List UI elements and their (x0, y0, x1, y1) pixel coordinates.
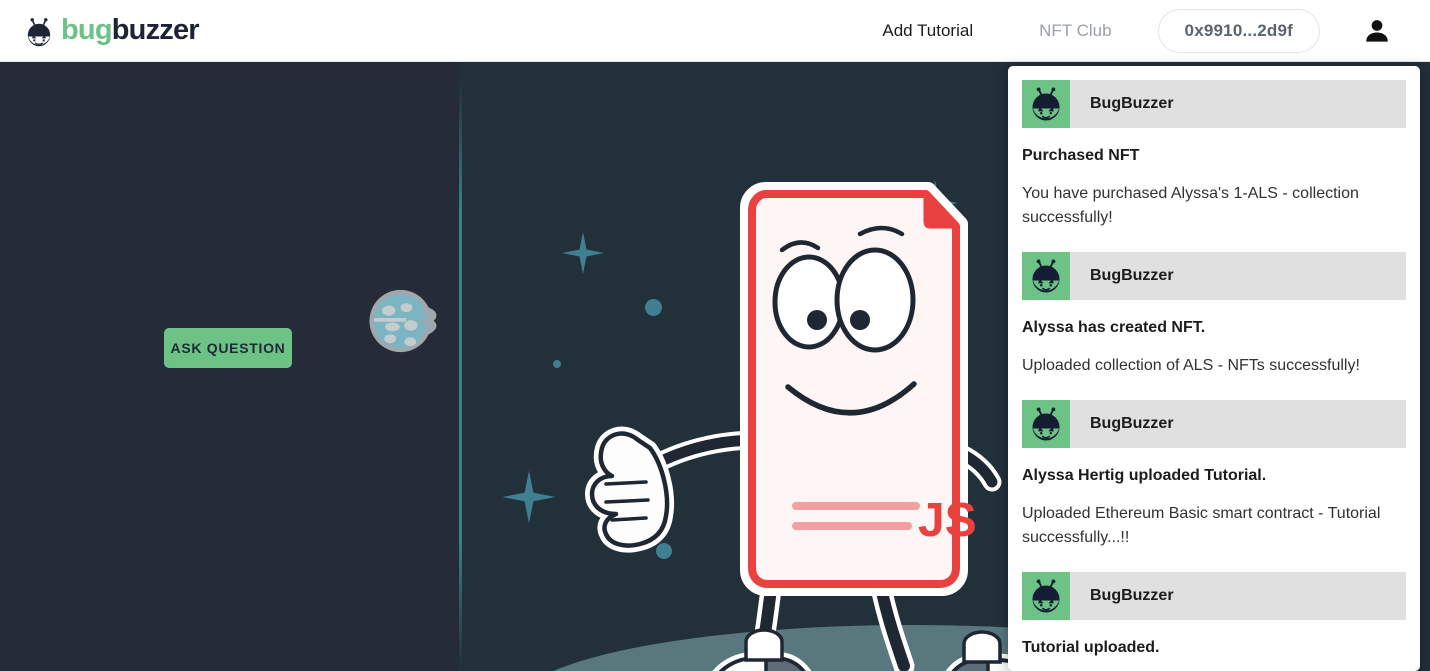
wallet-address-pill[interactable]: 0x9910...2d9f (1157, 8, 1320, 53)
notification-list[interactable]: BugBuzzer Purchased NFT You have purchas… (1008, 66, 1420, 671)
notification-title: Alyssa Hertig uploaded Tutorial. (1022, 467, 1267, 484)
nav-nft-club[interactable]: NFT Club (1037, 15, 1113, 47)
notification-title: Tutorial uploaded. (1022, 639, 1160, 656)
notification-header[interactable]: BugBuzzer (1022, 80, 1406, 128)
notification-header[interactable]: BugBuzzer (1022, 572, 1406, 620)
star-decoration (502, 470, 556, 524)
person-icon (1366, 19, 1388, 42)
page-root: bugbuzzer Add Tutorial NFT Club 0x9910..… (0, 0, 1430, 671)
notification-author: BugBuzzer (1090, 267, 1174, 284)
bugbuzzer-avatar-icon (1022, 400, 1070, 448)
brand-name-part1: bug (61, 14, 113, 46)
notification-body: You have purchased Alyssa's 1-ALS - coll… (1022, 185, 1359, 226)
site-header: bugbuzzer Add Tutorial NFT Club 0x9910..… (0, 0, 1430, 62)
bug-logo-icon (27, 17, 51, 46)
stage-divider-line (459, 80, 462, 671)
notification-item[interactable]: BugBuzzer Tutorial uploaded. (1008, 572, 1420, 658)
notification-header[interactable]: BugBuzzer (1022, 252, 1406, 300)
account-avatar-button[interactable] (1360, 14, 1394, 48)
bugbuzzer-avatar-icon (1022, 572, 1070, 620)
planet-decoration (369, 289, 437, 353)
notification-author: BugBuzzer (1090, 415, 1174, 432)
brand-logo[interactable]: bugbuzzer (24, 14, 200, 47)
notification-title: Alyssa has created NFT. (1022, 319, 1206, 336)
notification-item[interactable]: BugBuzzer Alyssa has created NFT. Upload… (1008, 252, 1420, 378)
bugbuzzer-avatar-icon (1022, 252, 1070, 300)
notification-header[interactable]: BugBuzzer (1022, 400, 1406, 448)
notification-author: BugBuzzer (1090, 95, 1174, 112)
notification-item[interactable]: BugBuzzer Purchased NFT You have purchas… (1008, 80, 1420, 230)
notification-body: Uploaded Ethereum Basic smart contract -… (1022, 505, 1381, 546)
notification-item[interactable]: BugBuzzer Alyssa Hertig uploaded Tutoria… (1008, 400, 1420, 550)
bugbuzzer-avatar-icon (1022, 80, 1070, 128)
brand-name-part2: buzzer (111, 14, 200, 46)
js-label: JS (918, 494, 977, 547)
notification-author: BugBuzzer (1090, 587, 1174, 604)
notification-dropdown-panel[interactable]: BugBuzzer Purchased NFT You have purchas… (1008, 66, 1420, 671)
notification-body: Uploaded collection of ALS - NFTs succes… (1022, 357, 1360, 374)
thumbs-up-hand-icon (585, 426, 674, 553)
ask-question-button[interactable]: ASK QUESTION (164, 328, 292, 368)
main-nav: Add Tutorial NFT Club 0x9910...2d9f (880, 8, 1430, 53)
notification-title: Purchased NFT (1022, 147, 1140, 164)
js-document-character-illustration: JS (585, 182, 1040, 671)
left-shoe (712, 628, 812, 671)
nav-add-tutorial[interactable]: Add Tutorial (880, 15, 975, 47)
brand-name: bugbuzzer (61, 14, 200, 46)
